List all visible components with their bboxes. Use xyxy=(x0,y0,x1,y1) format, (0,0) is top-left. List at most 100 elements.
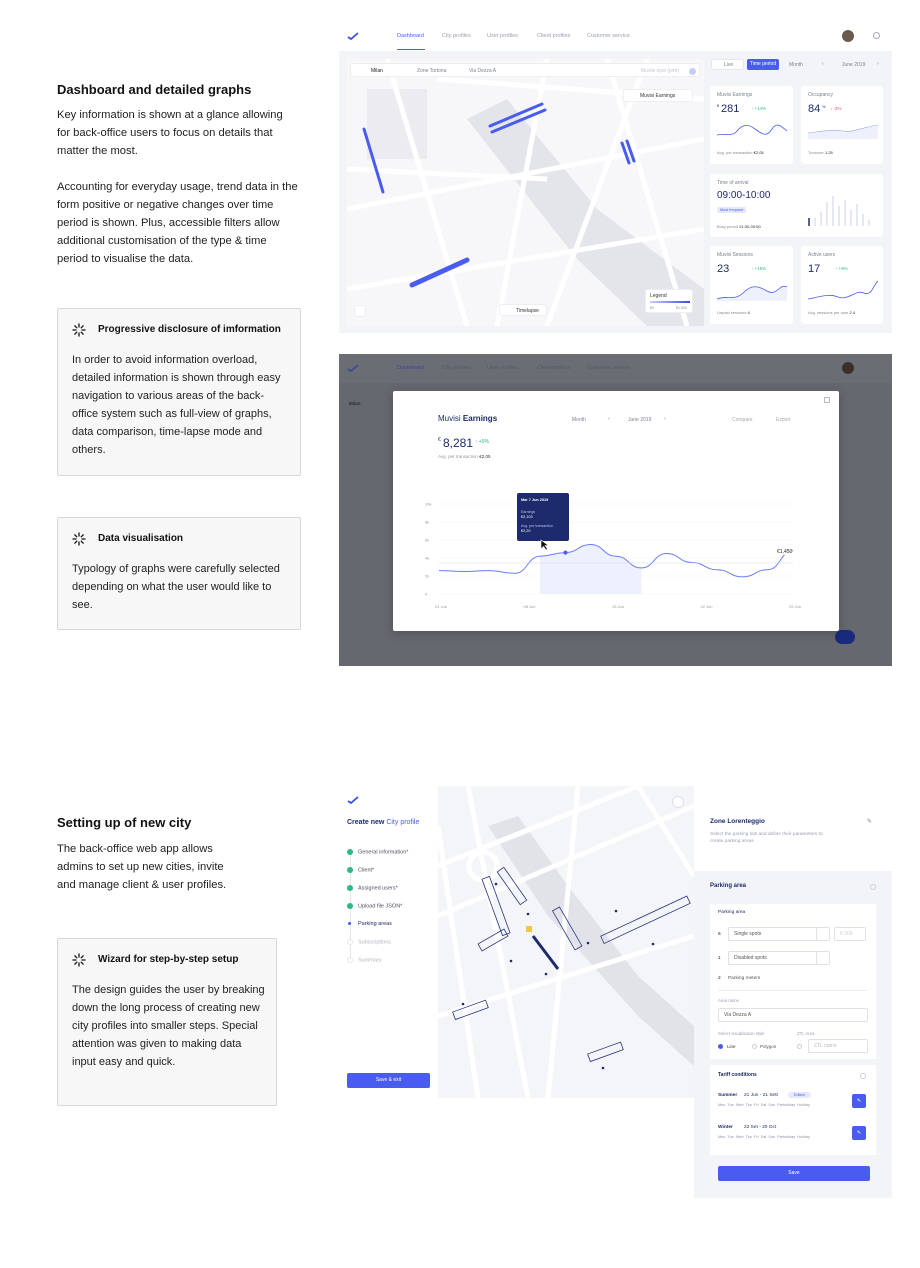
pending-step-icon xyxy=(347,939,353,945)
widget-sessions[interactable]: Muvisi Sessions 23 ↑ +15% Unpaid session… xyxy=(710,246,793,324)
chart-tooltip: Mar 7 Jun 2019 Earnings €2,103 Avg. per … xyxy=(517,493,569,541)
info-icon[interactable] xyxy=(860,1073,866,1079)
area-name-input[interactable]: Via Dezza A xyxy=(718,1008,868,1022)
ztl-name-input[interactable]: ZTL name xyxy=(808,1039,868,1053)
tariff-section: Tariff conditions Summer 21 Jun - 21 Set… xyxy=(710,1065,876,1155)
nav-user-profiles[interactable]: User profiles xyxy=(487,365,518,371)
disabled-spots-select[interactable]: Disabled spots xyxy=(728,951,818,965)
nav-client-profiles[interactable]: Client profiles xyxy=(537,365,570,371)
x-tick-label: 15 Jun xyxy=(612,604,624,609)
wizard-map[interactable] xyxy=(438,786,694,1098)
section-title-dashboard: Dashboard and detailed graphs xyxy=(57,82,252,97)
map-view[interactable]: Milan Zone Tortona Via Dezza A Muvisi sp… xyxy=(347,59,704,326)
widget-sub: Avg. sessions per user xyxy=(808,310,849,315)
widget-subval: €2,05 xyxy=(753,150,764,155)
summer-dates: 21 Jun - 21 Sett xyxy=(744,1093,778,1098)
card-text: In order to avoid information overload, … xyxy=(72,354,281,456)
pointer-tool-icon[interactable] xyxy=(672,796,684,808)
next-arrow-icon[interactable]: › xyxy=(664,416,666,422)
locate-icon[interactable] xyxy=(354,305,366,317)
row-count: 1 xyxy=(718,956,721,961)
next-arrow-icon[interactable]: › xyxy=(877,61,879,67)
radio-polygon[interactable] xyxy=(752,1044,757,1049)
prev-arrow-icon[interactable]: ‹ xyxy=(608,416,610,422)
earnings-modal: Muvisi Earnings Month ‹ June 2019 › Comp… xyxy=(393,391,839,631)
info-icon[interactable] xyxy=(870,884,876,890)
live-toggle[interactable]: Live xyxy=(711,59,744,70)
timelapse-button[interactable]: Timelapse xyxy=(499,304,547,316)
zone-select[interactable]: Zone Tortona xyxy=(417,68,446,74)
area-name-label: Area name xyxy=(718,998,740,1003)
dropdown-icon[interactable] xyxy=(816,927,830,941)
nav-client-profiles[interactable]: Client profiles xyxy=(537,33,570,39)
step-summary[interactable]: Summary xyxy=(347,957,382,963)
edit-summer-button[interactable]: ✎ xyxy=(852,1094,866,1108)
layer-select[interactable]: Muvisi Earnings xyxy=(623,89,693,102)
chart-area-fill xyxy=(540,544,642,594)
street-select[interactable]: Via Dezza A xyxy=(469,68,496,74)
collapse-icon[interactable] xyxy=(824,397,830,403)
radio-polygon-label: Polygon xyxy=(760,1044,777,1049)
save-exit-button[interactable]: Save & exit xyxy=(347,1073,430,1088)
price-field[interactable]: € 000 xyxy=(834,927,866,941)
widget-sub: Turnover xyxy=(808,150,824,155)
widget-arrival[interactable]: Time of arrival 09:00-10:00 Most frequen… xyxy=(710,174,883,237)
earnings-line-chart[interactable]: 10k 8k 6k 4k 2k 0 01 Jun 08 Jun 15 Jun 22 Jun 29 J… xyxy=(423,496,803,614)
time-period-toggle[interactable]: Time period xyxy=(747,59,779,70)
nav-customer-service[interactable]: Customer service xyxy=(587,365,630,371)
spot-search[interactable]: Muvisi spot (pmt) xyxy=(641,68,679,74)
widget-value: 84 xyxy=(808,103,821,115)
edit-zone-icon[interactable]: ✎ xyxy=(867,818,872,825)
step-upload[interactable]: Upload file JSON* xyxy=(347,903,402,909)
cursor-icon xyxy=(540,539,550,551)
nav-dashboard[interactable]: Dashboard xyxy=(397,33,424,39)
end-value-label: €1,450 xyxy=(777,549,793,555)
city-select[interactable]: Milan xyxy=(371,68,383,74)
widget-subval: 1.25 xyxy=(824,150,833,155)
widget-subval: 2.4 xyxy=(849,310,856,315)
step-users[interactable]: Assigned users* xyxy=(347,885,398,891)
toggle-switch[interactable] xyxy=(689,68,696,75)
single-spots-select[interactable]: Single spots xyxy=(728,927,818,941)
step-client[interactable]: Client* xyxy=(347,867,374,873)
step-general[interactable]: General information* xyxy=(347,849,408,855)
save-button[interactable]: Save xyxy=(718,1166,870,1181)
widget-occupancy[interactable]: Occupancy 84 % ↓ -2% Turnover 1.25 xyxy=(801,86,883,164)
currency: € xyxy=(438,437,441,443)
nav-active-underline xyxy=(397,49,425,50)
winter-days: Mon Tue Wed Thu Fri Sat Sun Preholiday H… xyxy=(718,1135,810,1139)
prev-arrow-icon[interactable]: ‹ xyxy=(822,61,824,67)
nav-city-profiles[interactable]: City profiles xyxy=(442,33,471,39)
nav-city-profiles[interactable]: City profiles xyxy=(442,365,471,371)
y-tick-label: 8k xyxy=(425,520,429,525)
compare-button[interactable]: Compare xyxy=(732,417,753,423)
radio-line[interactable] xyxy=(718,1044,723,1049)
avatar[interactable] xyxy=(842,30,854,42)
nav-dashboard[interactable]: Dashboard xyxy=(397,365,424,371)
widget-title: Occupancy xyxy=(808,92,834,98)
widget-sub: Avg. per transaction xyxy=(717,150,753,155)
step-parking[interactable]: Parking areas xyxy=(347,921,392,927)
power-icon[interactable] xyxy=(873,32,880,39)
export-button[interactable]: Export xyxy=(776,417,790,423)
modal-value: 8,281 xyxy=(443,436,474,450)
info-card-disclosure: Progressive disclosure of imformation In… xyxy=(57,308,301,476)
pending-step-icon xyxy=(347,957,353,963)
widget-active-users[interactable]: Active users 17 ↑ +9% Avg. sessions per … xyxy=(801,246,883,324)
nav-user-profiles[interactable]: User profiles xyxy=(487,33,518,39)
sparkline xyxy=(717,124,787,136)
x-tick-label: 22 Jun xyxy=(701,604,713,609)
ztl-checkbox[interactable] xyxy=(797,1044,802,1049)
card-text: The design guides the user by breaking d… xyxy=(72,984,265,1068)
summer-label: Summer xyxy=(718,1093,738,1098)
edit-winter-button[interactable]: ✎ xyxy=(852,1126,866,1140)
step-subscriptions[interactable]: Subscriptions xyxy=(347,939,391,945)
wizard-title-a: Create new xyxy=(347,819,385,826)
dropdown-icon[interactable] xyxy=(816,951,830,965)
card-title: Progressive disclosure of imformation xyxy=(98,324,281,335)
month-select[interactable]: Month xyxy=(789,62,803,68)
chart-point[interactable] xyxy=(563,550,568,555)
period-select[interactable]: Month xyxy=(572,417,586,423)
nav-customer-service[interactable]: Customer service xyxy=(587,33,630,39)
widget-earnings[interactable]: Muvisi Earnings € 281 ↑ +14% Avg. per tr… xyxy=(710,86,793,164)
